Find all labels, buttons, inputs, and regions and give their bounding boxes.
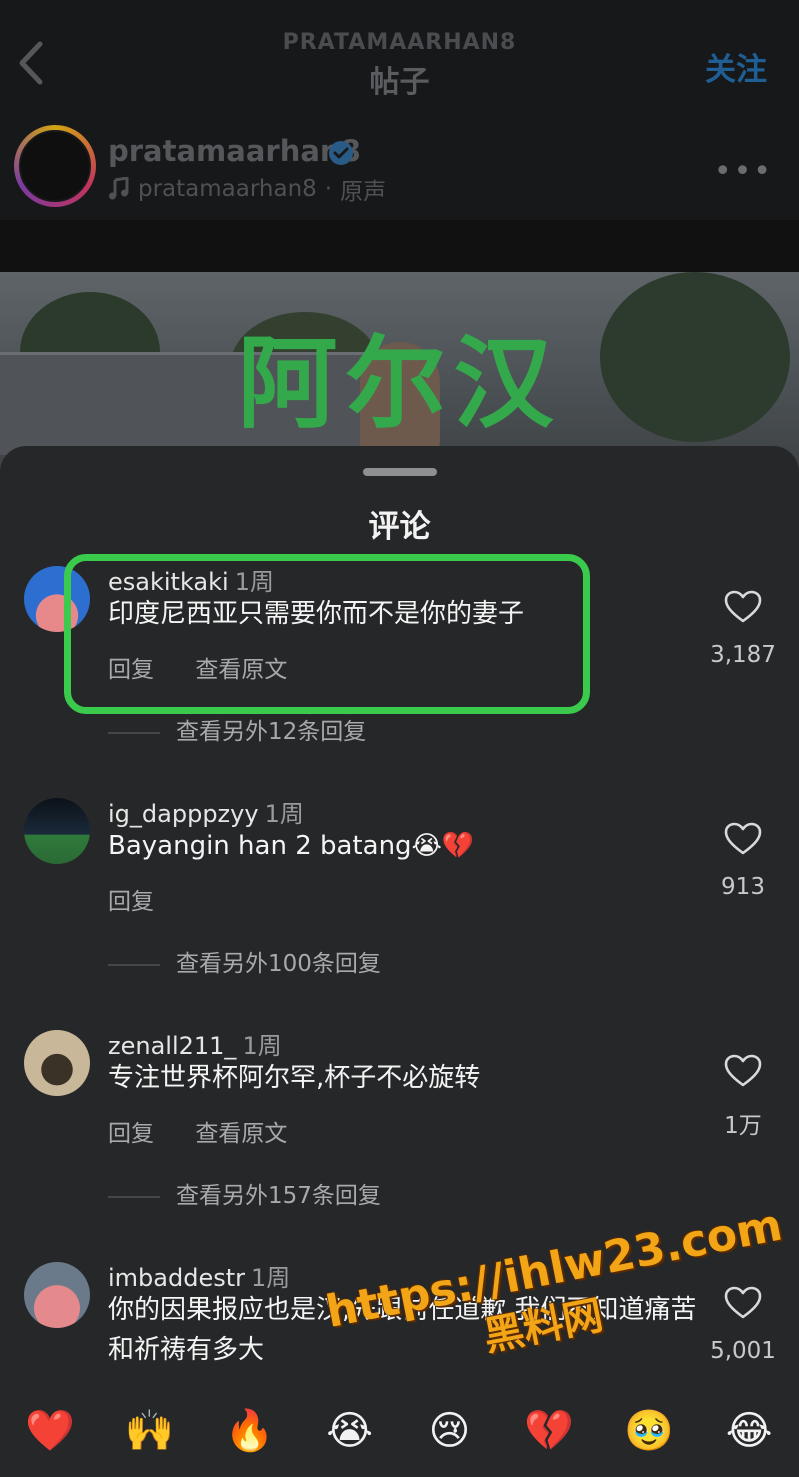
post-header: pratamaarhan8 pratamaarhan8 · 原声 ••• — [0, 112, 799, 220]
more-icon[interactable]: ••• — [714, 154, 773, 189]
comment-actions: 回复 查看原文 — [108, 1114, 321, 1148]
comment-actions: 回复 — [108, 882, 188, 916]
view-more-replies-label[interactable]: 查看另外157条回复 — [176, 1183, 381, 1209]
divider — [0, 220, 799, 272]
like-count: 1万 — [724, 1113, 762, 1139]
post-image: 阿尔汉 — [0, 272, 799, 472]
reply-button[interactable]: 回复 — [108, 889, 154, 915]
audio-separator: · — [324, 176, 333, 202]
image-caption: 阿尔汉 — [237, 325, 562, 442]
view-more-replies-label[interactable]: 查看另外12条回复 — [176, 719, 366, 745]
comment-text: 专注世界杯阿尔罕,杯子不必旋转 — [108, 1063, 481, 1093]
page-title: 帖子 — [369, 65, 430, 100]
comment-username[interactable]: zenall211_ 1周 — [108, 1026, 282, 1061]
comment-username[interactable]: ig_dapppzyy 1周 — [108, 794, 304, 829]
view-more-replies-label[interactable]: 查看另外100条回复 — [176, 951, 381, 977]
thread-line — [108, 963, 160, 966]
comment-user[interactable]: imbaddestr — [108, 1264, 245, 1292]
emoji-broken-heart-button[interactable]: 💔 — [519, 1407, 579, 1454]
avatar[interactable] — [24, 798, 90, 864]
like-count: 913 — [721, 874, 765, 900]
emoji-tears-of-joy-button[interactable]: 😂 — [719, 1408, 779, 1454]
emoji-loudly-crying-button[interactable]: 😭 — [320, 1408, 380, 1454]
drag-handle[interactable] — [363, 468, 437, 476]
emoji-pleading-face-button[interactable]: 🥹 — [619, 1407, 679, 1454]
emoji-heart-button[interactable]: ❤️ — [20, 1407, 80, 1454]
heart-icon[interactable] — [724, 1054, 762, 1088]
author-username[interactable]: pratamaarhan8 — [108, 134, 361, 168]
comment-user[interactable]: ig_dapppzyy — [108, 800, 259, 828]
author-avatar[interactable] — [14, 125, 96, 207]
see-original-button[interactable]: 查看原文 — [195, 1121, 287, 1147]
top-bar: PRATAMAARHAN8 帖子 关注 — [0, 0, 799, 112]
reply-button[interactable]: 回复 — [108, 1121, 154, 1147]
verified-badge-icon — [329, 141, 353, 165]
avatar[interactable] — [24, 1030, 90, 1096]
comment-text: Bayangin han 2 batang😭💔 — [108, 831, 475, 861]
audio-label: 原声 — [340, 179, 387, 205]
comment-username[interactable]: imbaddestr 1周 — [108, 1258, 290, 1293]
view-more-replies-button[interactable]: 查看另外12条回复 — [108, 712, 366, 746]
comments-title: 评论 — [368, 509, 431, 545]
highlight-box — [64, 554, 590, 714]
audio-user: pratamaarhan8 — [138, 176, 317, 202]
like-count: 3,187 — [710, 642, 776, 668]
thread-line — [108, 1195, 160, 1198]
comment-time: 1周 — [251, 1264, 291, 1292]
comment-time: 1周 — [264, 800, 304, 828]
header-title-group: PRATAMAARHAN8 帖子 — [0, 30, 799, 101]
thread-line — [108, 731, 160, 734]
heart-icon[interactable] — [724, 822, 762, 856]
like-count: 5,001 — [710, 1338, 776, 1364]
emoji-crying-button[interactable]: 😢 — [419, 1408, 479, 1454]
emoji-raised-hands-button[interactable]: 🙌 — [120, 1407, 180, 1454]
heart-icon[interactable] — [724, 590, 762, 624]
comment-user[interactable]: zenall211_ — [108, 1032, 236, 1060]
music-note-icon — [109, 177, 129, 200]
view-more-replies-button[interactable]: 查看另外157条回复 — [108, 1176, 381, 1210]
audio-info[interactable]: pratamaarhan8 · 原声 — [108, 172, 386, 206]
comment-time: 1周 — [242, 1032, 282, 1060]
follow-button[interactable]: 关注 — [705, 44, 767, 89]
emoji-reaction-bar: ❤️ 🙌 🔥 😭 😢 💔 🥹 😂 — [0, 1384, 799, 1477]
avatar[interactable] — [24, 1262, 90, 1328]
account-name: PRATAMAARHAN8 — [282, 30, 517, 55]
emoji-fire-button[interactable]: 🔥 — [220, 1407, 280, 1454]
view-more-replies-button[interactable]: 查看另外100条回复 — [108, 944, 381, 978]
